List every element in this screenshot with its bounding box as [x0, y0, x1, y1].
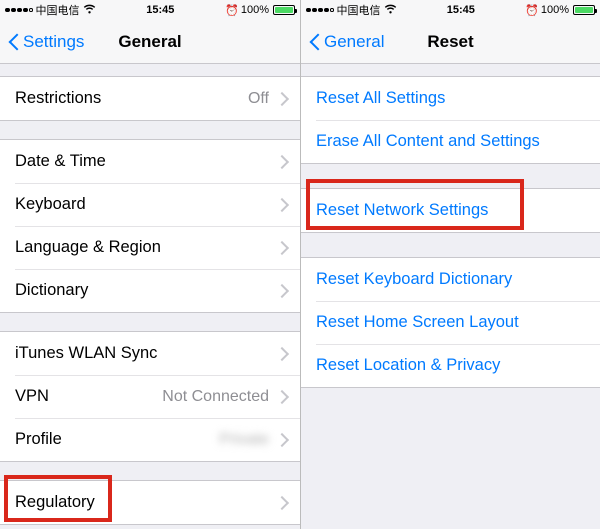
row-itunes-wlan-sync[interactable]: iTunes WLAN Sync — [0, 332, 300, 375]
general-settings-pane: 中国电信 15:45 ⏰ 100% Settings General Restr… — [0, 0, 300, 529]
carrier-label: 中国电信 — [337, 2, 381, 18]
nav-bar: Settings General — [0, 20, 300, 64]
chevron-right-icon — [277, 433, 285, 446]
row-label: VPN — [15, 387, 162, 406]
row-label: Reset All Settings — [316, 89, 585, 108]
signal-strength-icon — [306, 8, 334, 13]
chevron-right-icon — [277, 284, 285, 297]
row-erase-all-content[interactable]: Erase All Content and Settings — [301, 120, 600, 163]
row-label: Reset Keyboard Dictionary — [316, 270, 585, 289]
battery-percent: 100% — [241, 4, 269, 16]
wifi-icon — [384, 4, 397, 17]
back-button-general[interactable]: General — [309, 32, 384, 52]
battery-icon — [573, 5, 595, 15]
alarm-icon: ⏰ — [525, 4, 539, 17]
row-label: Language & Region — [15, 238, 277, 257]
row-reset-location-privacy[interactable]: Reset Location & Privacy — [301, 344, 600, 387]
row-restrictions[interactable]: Restrictions Off — [0, 77, 300, 120]
chevron-left-icon — [8, 32, 20, 52]
row-profile[interactable]: Profile Private — [0, 418, 300, 461]
row-value: Off — [248, 90, 269, 108]
row-label: Erase All Content and Settings — [316, 132, 585, 151]
signal-strength-icon — [5, 8, 33, 13]
wifi-icon — [83, 4, 96, 17]
back-label: General — [324, 32, 384, 52]
chevron-right-icon — [277, 198, 285, 211]
chevron-left-icon — [309, 32, 321, 52]
row-dictionary[interactable]: Dictionary — [0, 269, 300, 312]
row-reset-all-settings[interactable]: Reset All Settings — [301, 77, 600, 120]
alarm-icon: ⏰ — [225, 4, 239, 17]
chevron-right-icon — [277, 390, 285, 403]
status-time: 15:45 — [397, 4, 526, 16]
chevron-right-icon — [277, 92, 285, 105]
battery-icon — [273, 5, 295, 15]
row-label: Dictionary — [15, 281, 277, 300]
row-date-time[interactable]: Date & Time — [0, 140, 300, 183]
row-reset-keyboard-dictionary[interactable]: Reset Keyboard Dictionary — [301, 258, 600, 301]
row-vpn[interactable]: VPN Not Connected — [0, 375, 300, 418]
row-label: Reset Home Screen Layout — [316, 313, 585, 332]
row-reset-network-settings[interactable]: Reset Network Settings — [301, 189, 600, 232]
back-label: Settings — [23, 32, 84, 52]
status-bar: 中国电信 15:45 ⏰ 100% — [0, 0, 300, 20]
row-value: Private — [219, 431, 269, 449]
row-keyboard[interactable]: Keyboard — [0, 183, 300, 226]
row-label: Profile — [15, 430, 219, 449]
row-language-region[interactable]: Language & Region — [0, 226, 300, 269]
row-label: Regulatory — [15, 493, 277, 512]
row-label: iTunes WLAN Sync — [15, 344, 277, 363]
status-time: 15:45 — [96, 4, 226, 16]
row-reset-home-screen[interactable]: Reset Home Screen Layout — [301, 301, 600, 344]
row-value: Not Connected — [162, 388, 269, 406]
chevron-right-icon — [277, 347, 285, 360]
reset-settings-pane: 中国电信 15:45 ⏰ 100% General Reset Reset Al… — [300, 0, 600, 529]
status-bar: 中国电信 15:45 ⏰ 100% — [301, 0, 600, 20]
row-label: Restrictions — [15, 89, 248, 108]
nav-bar: General Reset — [301, 20, 600, 64]
row-regulatory[interactable]: Regulatory — [0, 481, 300, 524]
battery-percent: 100% — [541, 4, 569, 16]
carrier-label: 中国电信 — [36, 2, 80, 18]
chevron-right-icon — [277, 496, 285, 509]
row-label: Reset Network Settings — [316, 201, 585, 220]
chevron-right-icon — [277, 155, 285, 168]
row-label: Keyboard — [15, 195, 277, 214]
back-button-settings[interactable]: Settings — [8, 32, 84, 52]
row-label: Date & Time — [15, 152, 277, 171]
chevron-right-icon — [277, 241, 285, 254]
row-label: Reset Location & Privacy — [316, 356, 585, 375]
